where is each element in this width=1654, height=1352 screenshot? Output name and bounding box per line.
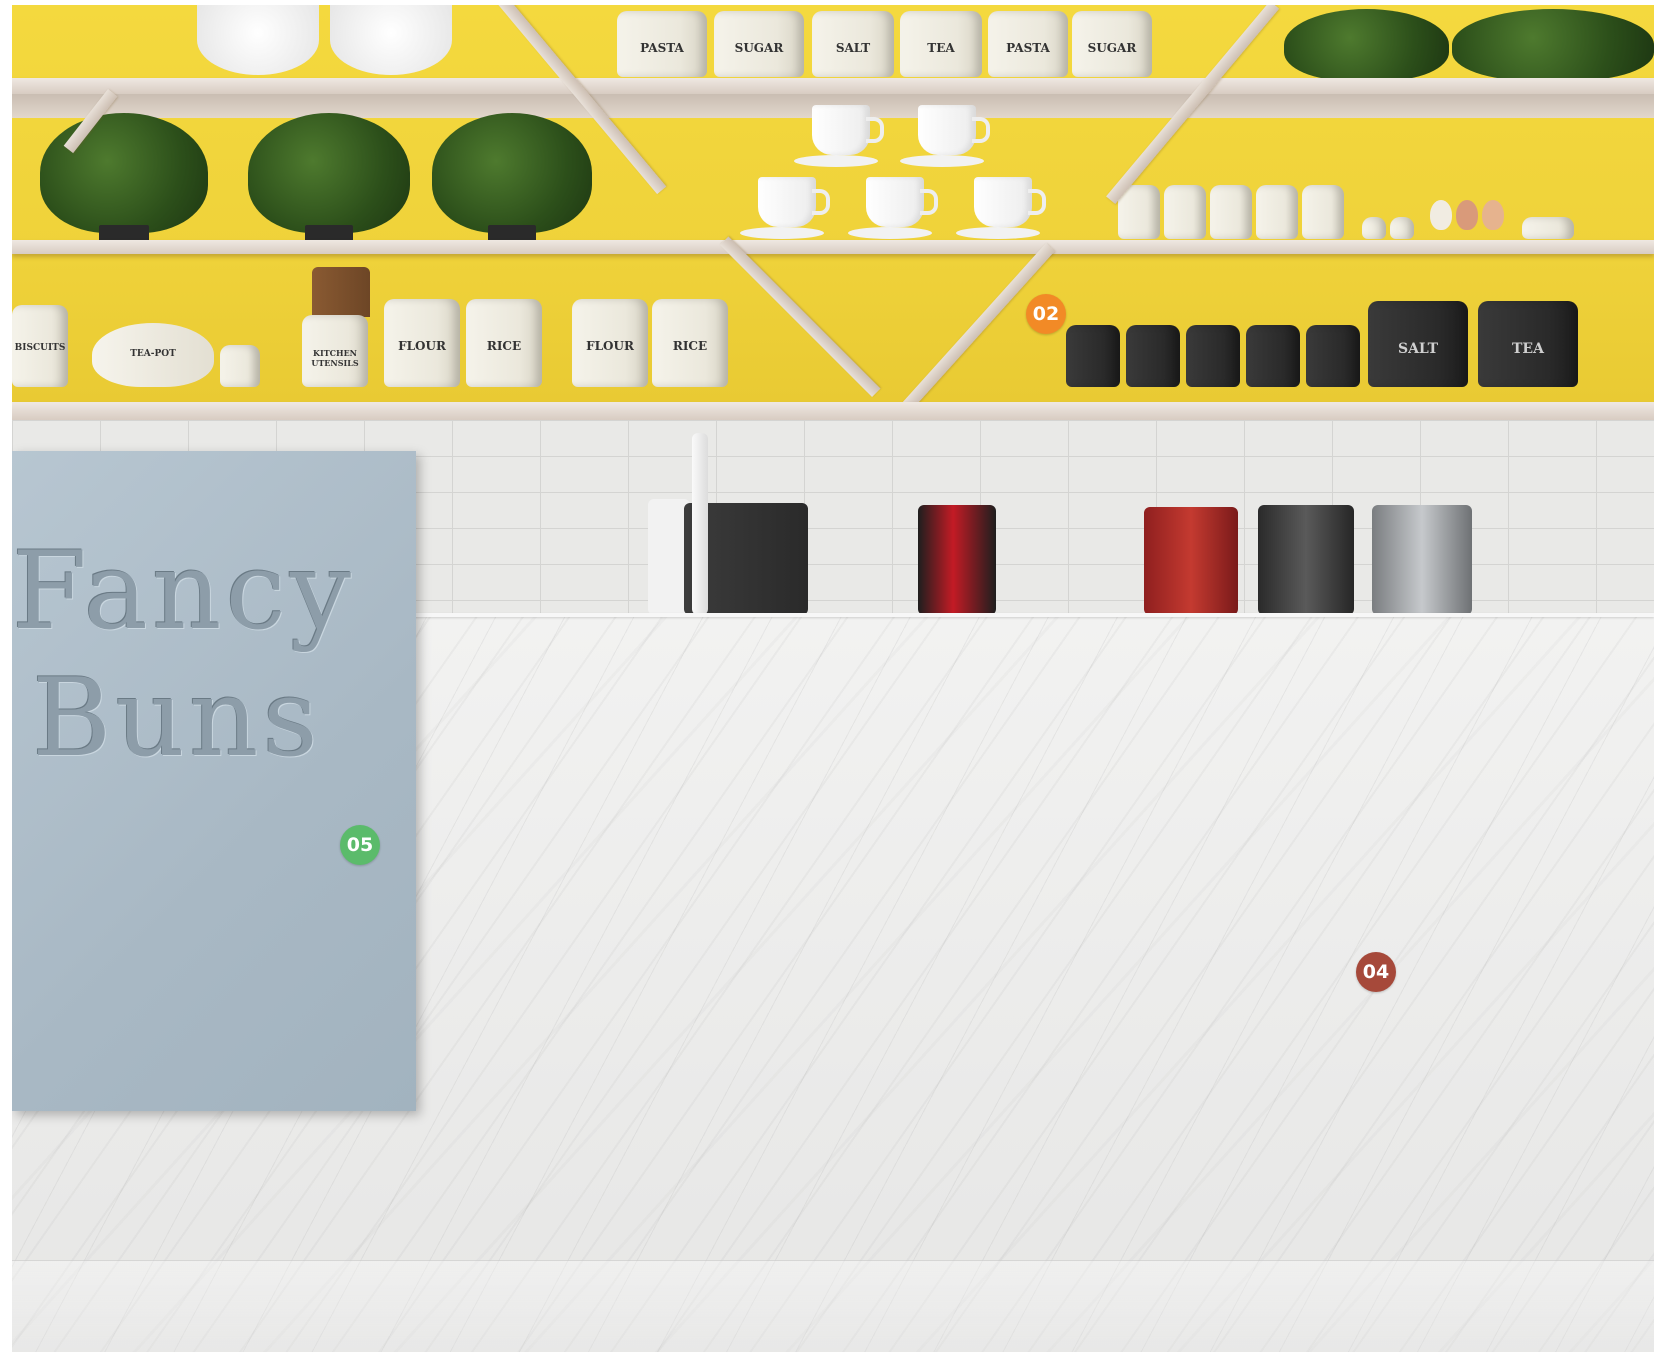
jar-sugar: SUGAR	[714, 11, 804, 77]
jar-label: SUGAR	[1087, 41, 1137, 56]
dark-spice-jar	[1066, 325, 1120, 387]
cup	[866, 177, 938, 227]
top-plant	[1452, 9, 1654, 81]
top-plant	[1284, 9, 1449, 81]
jar-label: FLOUR	[586, 339, 634, 354]
jar-flour: FLOUR	[384, 299, 460, 387]
jar-kitchen-utensils: KITCHEN UTENSILS	[302, 315, 368, 387]
coffee-maker	[918, 505, 996, 615]
saucer	[794, 155, 878, 167]
egg	[1456, 200, 1478, 230]
jar-label: SALT	[835, 41, 871, 56]
jar-label: BISCUITS	[14, 342, 66, 353]
espresso-machine-silver	[1372, 505, 1472, 615]
jar-label: SUGAR	[734, 41, 784, 56]
dark-spice-jar	[1246, 325, 1300, 387]
jar-label: RICE	[672, 339, 708, 354]
espresso-machine-red	[1144, 507, 1238, 615]
shelf-bottom	[12, 402, 1654, 420]
espresso-machine-dark	[1258, 505, 1354, 615]
shelf-middle	[12, 240, 1654, 254]
jar-tea: TEA	[900, 11, 982, 77]
cup	[758, 177, 830, 227]
cup	[918, 105, 990, 155]
spice-jar	[1302, 185, 1344, 239]
saucer	[740, 227, 824, 239]
jar-label: PASTA	[1006, 41, 1050, 56]
jar-sugar: SUGAR	[1072, 11, 1152, 77]
hanging-plant	[432, 113, 592, 245]
jar-label: PASTA	[640, 41, 684, 56]
dark-spice-jar	[1306, 325, 1360, 387]
teapot: TEA-POT	[92, 323, 214, 387]
utensils	[312, 267, 370, 317]
fancy-buns-sign: Fancy Buns	[12, 451, 416, 1111]
hotspot-marker-02[interactable]: 02	[1026, 294, 1066, 334]
jar-label: FLOUR	[398, 339, 446, 354]
jar-label: TEA	[1512, 340, 1544, 357]
teapot-label: TEA-POT	[130, 349, 176, 359]
shelf-top	[12, 78, 1654, 118]
cup	[974, 177, 1046, 227]
egg	[1482, 200, 1504, 230]
spice-jar	[1256, 185, 1298, 239]
jar-label: KITCHEN UTENSILS	[311, 348, 359, 369]
hanging-plant	[248, 113, 410, 245]
spice-jar	[1164, 185, 1206, 239]
saucer	[848, 227, 932, 239]
jar-label: SALT	[1397, 340, 1439, 357]
jar-rice: RICE	[652, 299, 728, 387]
counter-base	[12, 1260, 1654, 1352]
hanging-plant	[40, 113, 208, 245]
saucer	[956, 227, 1040, 239]
jar-label: TEA	[927, 41, 955, 56]
sign-line-2: Buns	[32, 656, 322, 781]
cup	[812, 105, 884, 155]
small-jar	[1522, 217, 1574, 239]
wine-glasses	[197, 5, 319, 75]
egg	[1430, 200, 1452, 230]
jar-biscuits: BISCUITS	[12, 305, 68, 387]
wine-glasses	[330, 5, 452, 75]
jar-tea-dark: TEA	[1478, 301, 1578, 387]
saucer	[900, 155, 984, 167]
jar-rice: RICE	[466, 299, 542, 387]
spice-jar	[1210, 185, 1252, 239]
jar-pasta: PASTA	[988, 11, 1068, 77]
jar-label: RICE	[486, 339, 522, 354]
small-jar	[1362, 217, 1386, 239]
jar-pasta: PASTA	[617, 11, 707, 77]
sign-line-1: Fancy	[12, 529, 356, 654]
hotspot-marker-04[interactable]: 04	[1356, 952, 1396, 992]
cafe-counter-scene: PASTA SUGAR SALT TEA PASTA SUGAR BISCUIT…	[12, 5, 1654, 1352]
dark-spice-jar	[1186, 325, 1240, 387]
hotspot-marker-05[interactable]: 05	[340, 825, 380, 865]
small-jar	[1390, 217, 1414, 239]
small-mug	[220, 345, 260, 387]
dark-spice-jar	[1126, 325, 1180, 387]
jar-flour: FLOUR	[572, 299, 648, 387]
tap	[692, 433, 708, 615]
jar-salt-dark: SALT	[1368, 301, 1468, 387]
jar-salt: SALT	[812, 11, 894, 77]
